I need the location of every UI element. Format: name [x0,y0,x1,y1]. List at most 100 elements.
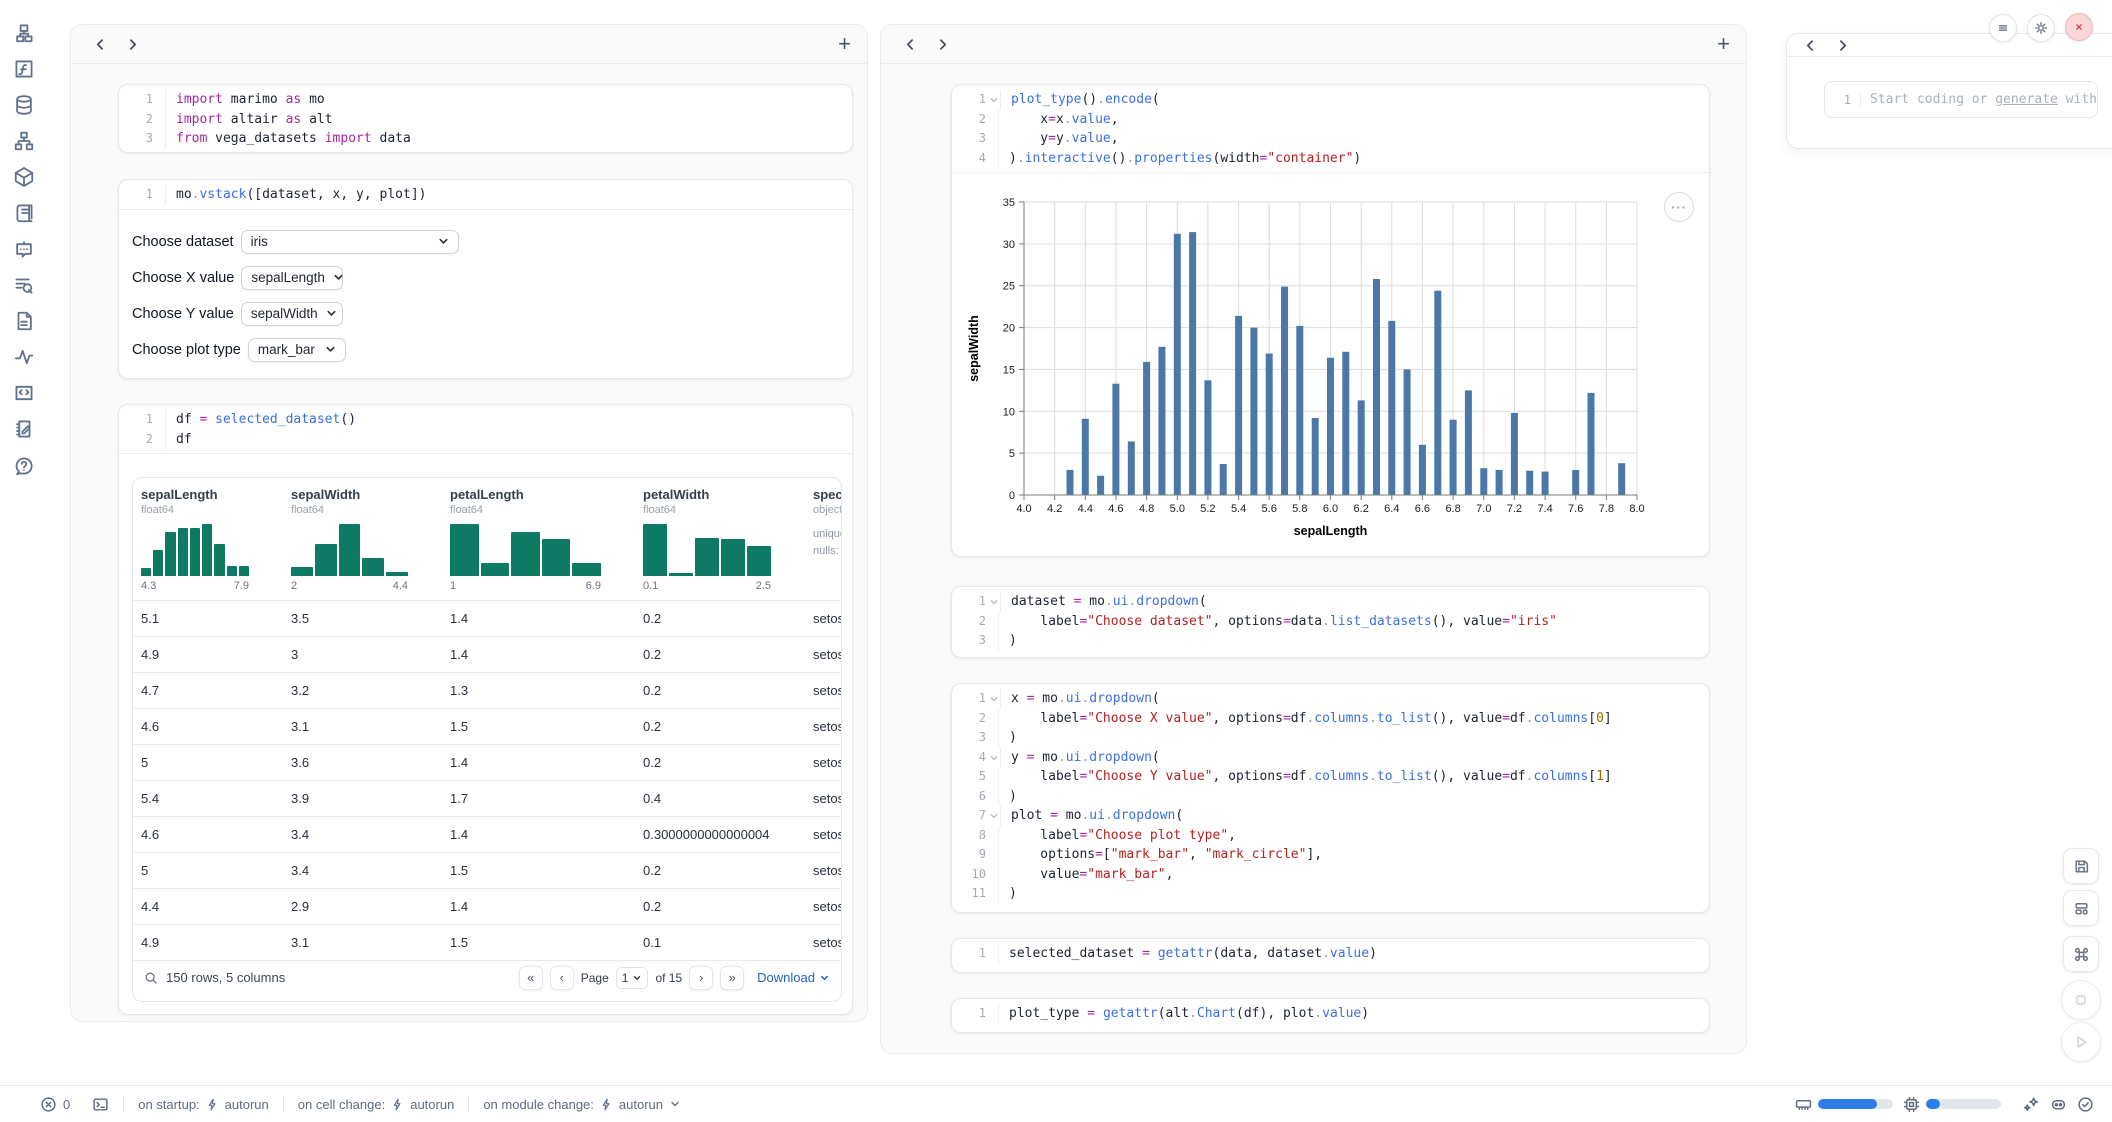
scratchpad-prev-button[interactable] [1797,33,1823,57]
cell-selected-dataset[interactable]: 1selected_dataset = getattr(data, datase… [951,938,1710,973]
next-page-button[interactable]: › [689,966,713,990]
bar-chart[interactable]: 4.04.24.44.64.85.05.25.45.65.86.06.26.46… [962,177,1702,547]
table-row[interactable]: 4.93.11.50.1setosa [133,924,841,960]
generate-with-ai-link[interactable]: generate [1995,92,2058,107]
table-row[interactable]: 4.73.21.30.2setosa [133,672,841,708]
packages-icon[interactable] [13,166,35,188]
error-count-indicator[interactable]: 0 [40,1096,70,1113]
layout-toggle-button[interactable] [2063,890,2099,926]
chat-icon[interactable] [13,238,35,260]
code-editor[interactable]: 1plot_type().encode(2 x=x.value,3 y=y.va… [952,85,1709,172]
cell-altair-chart[interactable]: 1plot_type().encode(2 x=x.value,3 y=y.va… [951,84,1710,557]
cell-dataframe[interactable]: 1df = selected_dataset()2df sepalLengthf… [118,404,853,1015]
code-text[interactable]: x = mo.ui.dropdown( [1001,689,1160,709]
code-text[interactable]: label="Choose Y value", options=df.colum… [999,767,1612,787]
tracing-icon[interactable] [13,346,35,368]
code-text[interactable]: options=["mark_bar", "mark_circle"], [999,845,1322,865]
code-line[interactable]: 9 options=["mark_bar", "mark_circle"], [952,845,1709,865]
code-editor[interactable]: 1selected_dataset = getattr(data, datase… [952,939,1709,968]
code-line[interactable]: 6) [952,787,1709,807]
code-text[interactable]: y=y.value, [999,129,1119,149]
stop-kernel-button[interactable] [2061,980,2101,1020]
code-line[interactable]: 5 label="Choose Y value", options=df.col… [952,767,1709,787]
scratchpad-cell[interactable]: 1 Start coding or generate with [1824,81,2098,118]
code-text[interactable]: import altair as alt [166,110,333,130]
table-row[interactable]: 53.61.40.2setosa [133,744,841,780]
code-text[interactable]: ) [999,631,1017,651]
column-header-sepalLength[interactable]: sepalLengthfloat644.37.9 [133,487,283,592]
on-startup-setting[interactable]: on startup: autorun [138,1097,269,1112]
first-page-button[interactable]: « [519,966,543,990]
code-editor[interactable]: 1x = mo.ui.dropdown(2 label="Choose X va… [952,684,1709,908]
code-text[interactable]: ).interactive().properties(width="contai… [999,149,1361,169]
logs-icon[interactable] [13,274,35,296]
code-text[interactable]: plot = mo.ui.dropdown( [1001,806,1183,826]
code-line[interactable]: 1mo.vstack([dataset, x, y, plot]) [119,185,852,205]
code-editor[interactable]: 1df = selected_dataset()2df [119,405,852,453]
code-line[interactable]: 4).interactive().properties(width="conta… [952,149,1709,169]
ram-usage-indicator[interactable] [1795,1096,1893,1113]
code-text[interactable]: ) [999,787,1017,807]
chart-actions-button[interactable]: ··· [1664,192,1694,222]
column-scroll-right-button[interactable] [119,32,145,56]
copilot-status-button[interactable] [2050,1096,2067,1113]
connection-status-button[interactable] [2077,1096,2094,1113]
cell-imports[interactable]: 1import marimo as mo2import altair as al… [118,84,853,153]
column-header-petalLength[interactable]: petalLengthfloat6416.9 [442,487,635,592]
code-text[interactable]: df = selected_dataset() [166,410,356,430]
column-header-species[interactable]: speciesobjectuniquenulls: [805,487,841,592]
table-row[interactable]: 4.63.41.40.3000000000000004setosa [133,816,841,852]
notebook-menu-button[interactable] [1989,14,2017,42]
cpu-usage-indicator[interactable] [1903,1096,2001,1113]
documentation-icon[interactable] [13,310,35,332]
snippets-icon[interactable] [13,382,35,404]
ai-assist-button[interactable] [2023,1096,2040,1113]
code-line[interactable]: 1df = selected_dataset() [119,410,852,430]
code-text[interactable]: mo.vstack([dataset, x, y, plot]) [166,185,426,205]
cell-xy-plot-dropdowns[interactable]: 1x = mo.ui.dropdown(2 label="Choose X va… [951,683,1710,913]
run-all-button[interactable] [2061,1022,2101,1062]
code-text[interactable]: value="mark_bar", [999,865,1173,885]
code-line[interactable]: 2import altair as alt [119,110,852,130]
table-row[interactable]: 5.13.51.40.2setosa [133,600,841,636]
code-line[interactable]: 3 y=y.value, [952,129,1709,149]
code-text[interactable]: import marimo as mo [166,90,325,110]
download-button[interactable]: Download [757,970,830,985]
search-icon[interactable] [144,971,158,985]
save-button[interactable] [2063,848,2099,884]
dependency-graph-icon[interactable] [13,130,35,152]
file-explorer-icon[interactable] [13,22,35,44]
column-scroll-right-button[interactable] [929,32,955,56]
shutdown-button[interactable] [2065,13,2093,41]
column-header-petalWidth[interactable]: petalWidthfloat640.12.5 [635,487,805,592]
table-row[interactable]: 4.931.40.2setosa [133,636,841,672]
page-select[interactable]: 1 [616,967,649,989]
table-row[interactable]: 53.41.50.2setosa [133,852,841,888]
column-scroll-left-button[interactable] [87,32,113,56]
code-line[interactable]: 1selected_dataset = getattr(data, datase… [952,944,1709,964]
code-text[interactable]: dataset = mo.ui.dropdown( [1001,592,1207,612]
settings-button[interactable] [2027,14,2055,42]
code-line[interactable]: 3) [952,631,1709,651]
keyboard-shortcuts-button[interactable] [2063,936,2099,972]
code-line[interactable]: 1plot_type().encode( [952,90,1709,110]
add-cell-button[interactable]: + [1717,33,1730,55]
cell-vstack[interactable]: 1mo.vstack([dataset, x, y, plot]) Choose… [118,179,853,379]
last-page-button[interactable]: » [720,966,744,990]
dropdown-select-choose-x-value[interactable]: sepalLength [241,266,343,290]
code-editor[interactable]: 1dataset = mo.ui.dropdown(2 label="Choos… [952,587,1709,655]
code-line[interactable]: 1import marimo as mo [119,90,852,110]
code-line[interactable]: 2 x=x.value, [952,110,1709,130]
previous-page-button[interactable]: ‹ [550,966,574,990]
cell-plot-type[interactable]: 1plot_type = getattr(alt.Chart(df), plot… [951,998,1710,1033]
code-line[interactable]: 4y = mo.ui.dropdown( [952,748,1709,768]
code-line[interactable]: 1dataset = mo.ui.dropdown( [952,592,1709,612]
on-cell-change-setting[interactable]: on cell change: autorun [298,1097,455,1112]
code-editor[interactable]: 1plot_type = getattr(alt.Chart(df), plot… [952,999,1709,1028]
table-row[interactable]: 4.42.91.40.2setosa [133,888,841,924]
code-text[interactable]: plot_type = getattr(alt.Chart(df), plot.… [999,1004,1369,1024]
code-text[interactable]: label="Choose plot type", [999,826,1236,846]
code-text[interactable]: label="Choose dataset", options=data.lis… [999,612,1557,632]
column-scroll-left-button[interactable] [897,32,923,56]
help-icon[interactable] [13,455,35,477]
